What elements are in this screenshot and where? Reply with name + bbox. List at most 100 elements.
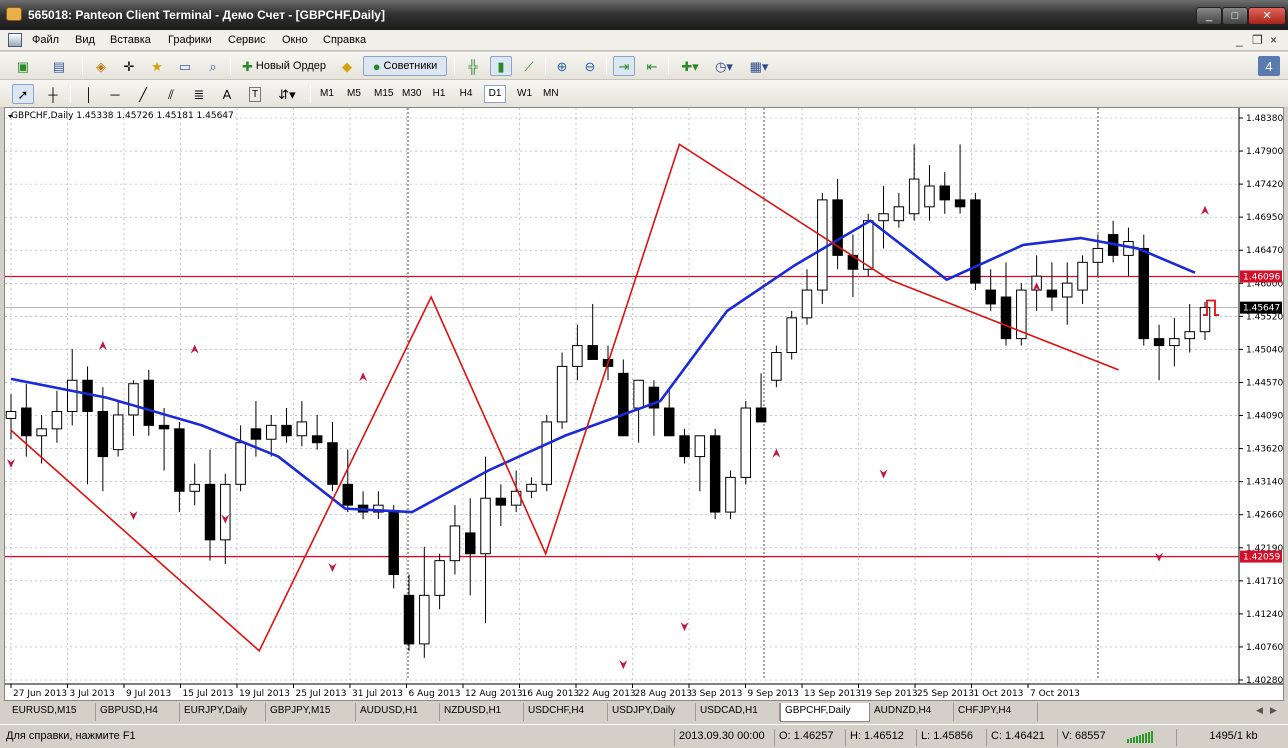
status-high: H: 1.46512 bbox=[845, 729, 917, 746]
line-chart-button[interactable]: ⟋ bbox=[518, 56, 540, 76]
strategy-tester-button[interactable]: ⌕ bbox=[202, 56, 224, 76]
vertical-line-tool[interactable]: │ bbox=[78, 84, 100, 104]
date-tick-label: 22 Aug 2013 bbox=[578, 689, 636, 699]
timeframe-d1[interactable]: D1 bbox=[484, 85, 506, 103]
mdi-minimize-button[interactable]: _ bbox=[1236, 33, 1243, 47]
date-tick-label: 25 Jul 2013 bbox=[296, 689, 347, 699]
periods-button[interactable]: ◷▾ bbox=[709, 56, 739, 76]
candle-body bbox=[21, 407, 32, 437]
chart-tab[interactable]: USDCHF,H4 bbox=[524, 703, 608, 721]
maximize-button[interactable]: □ bbox=[1222, 7, 1248, 25]
equidistant-channel-tool[interactable]: ⫽ bbox=[160, 84, 182, 104]
new-chart-button[interactable]: ▣ bbox=[12, 56, 34, 76]
timeframe-mn[interactable]: MN bbox=[539, 85, 563, 103]
data-window-button[interactable]: ✛ bbox=[118, 56, 140, 76]
arrows-tool[interactable]: ⇵▾ bbox=[272, 84, 302, 104]
new-order-icon: ✚ bbox=[242, 58, 253, 74]
zoom-out-button[interactable]: ⊖ bbox=[579, 56, 601, 76]
chart-tab[interactable]: GBPJPY,M15 bbox=[266, 703, 356, 721]
mdi-close-button[interactable]: × bbox=[1270, 33, 1277, 47]
tab-scroll-left-icon[interactable]: ◀ bbox=[1256, 705, 1263, 716]
candlestick-button[interactable]: ▮ bbox=[490, 56, 512, 76]
timeframe-w1[interactable]: W1 bbox=[513, 85, 536, 103]
zoom-in-button[interactable]: ⊕ bbox=[551, 56, 573, 76]
menu-window[interactable]: Окно bbox=[282, 34, 308, 46]
text-label-tool[interactable]: T bbox=[244, 84, 266, 104]
advisors-icon: ● bbox=[372, 58, 381, 74]
expert-advisors-button[interactable]: ● Советники bbox=[363, 56, 447, 76]
menu-view[interactable]: Вид bbox=[75, 34, 95, 46]
candle-body bbox=[633, 379, 644, 409]
timeframe-h1[interactable]: H1 bbox=[428, 85, 450, 103]
candle-body bbox=[464, 532, 476, 555]
new-order-label: Новый Ордер bbox=[255, 60, 326, 72]
document-icon bbox=[8, 33, 22, 47]
notification-icon: 4 bbox=[1265, 58, 1273, 74]
new-chart-icon: ▣ bbox=[16, 58, 30, 74]
auto-scroll-button[interactable]: ⇥ bbox=[613, 56, 635, 76]
close-button[interactable]: ✕ bbox=[1248, 7, 1286, 25]
profiles-button[interactable]: ▤ bbox=[48, 56, 70, 76]
new-order-button[interactable]: ✚ Новый Ордер bbox=[237, 56, 331, 76]
chart-tab[interactable]: EURJPY,Daily bbox=[180, 703, 266, 721]
text-label-icon: T bbox=[248, 86, 262, 102]
timeframe-h4[interactable]: H4 bbox=[455, 85, 477, 103]
chart-tab[interactable]: GBPCHF,Daily bbox=[780, 703, 870, 722]
chart-tab[interactable]: GBPUSD,H4 bbox=[96, 703, 180, 721]
date-tick-label: 25 Sep 2013 bbox=[917, 689, 974, 699]
timeframe-m1[interactable]: M1 bbox=[316, 85, 338, 103]
candle-body bbox=[1000, 296, 1012, 340]
indicators-button[interactable]: ✚▾ bbox=[675, 56, 705, 76]
chart-tab[interactable]: USDCAD,H1 bbox=[696, 703, 780, 721]
price-tick-label: 1.42660 bbox=[1246, 511, 1283, 521]
text-tool-label: A bbox=[222, 86, 232, 102]
market-watch-button[interactable]: ◈ bbox=[90, 56, 112, 76]
menu-insert[interactable]: Вставка bbox=[110, 34, 151, 46]
candle-body bbox=[755, 407, 767, 423]
text-tool[interactable]: A bbox=[216, 84, 238, 104]
timeframe-m15[interactable]: M15 bbox=[370, 85, 397, 103]
minimize-button[interactable]: _ bbox=[1196, 7, 1222, 25]
cursor-tool[interactable]: ➚ bbox=[12, 84, 34, 104]
notifications-button[interactable]: 4 bbox=[1258, 56, 1280, 76]
diamond-icon: ◆ bbox=[342, 58, 352, 74]
candle-body bbox=[1077, 261, 1088, 291]
candle-body bbox=[618, 372, 629, 437]
navigator-button[interactable]: ★ bbox=[146, 56, 168, 76]
terminal-button[interactable]: ▭ bbox=[174, 56, 196, 76]
metaeditor-button[interactable]: ◆ bbox=[336, 56, 358, 76]
candle-body bbox=[327, 442, 338, 485]
mdi-restore-button[interactable]: ❐ bbox=[1252, 33, 1263, 47]
price-chart[interactable]: 1.48380 1.47900 1.47420 1.46950 1.46470 1.460… bbox=[4, 107, 1284, 701]
horizontal-line-tool[interactable]: ─ bbox=[104, 84, 126, 104]
tester-icon: ⌕ bbox=[209, 58, 217, 74]
menu-charts[interactable]: Графики bbox=[168, 34, 212, 46]
candle-body bbox=[801, 289, 813, 319]
menu-help[interactable]: Справка bbox=[323, 34, 366, 46]
tab-scroll-right-icon[interactable]: ▶ bbox=[1270, 705, 1277, 716]
chart-tab[interactable]: AUDNZD,H4 bbox=[870, 703, 954, 721]
chart-tab[interactable]: NZDUSD,H1 bbox=[440, 703, 524, 721]
timeframe-m5[interactable]: M5 bbox=[343, 85, 365, 103]
fibonacci-tool[interactable]: ≣ bbox=[188, 84, 210, 104]
standard-toolbar: ▣ ▤ ◈ ✛ ★ ▭ ⌕ ✚ Новый Ордер ◆ ● Советники … bbox=[0, 52, 1288, 80]
chart-tab[interactable]: CHFJPY,H4 bbox=[954, 703, 1038, 721]
date-tick-label: 16 Aug 2013 bbox=[522, 689, 580, 699]
timeframe-m30[interactable]: M30 bbox=[398, 85, 425, 103]
menu-bar: Файл Вид Вставка Графики Сервис Окно Спр… bbox=[0, 30, 1288, 51]
candle-body bbox=[419, 594, 430, 645]
templates-button[interactable]: ▦▾ bbox=[744, 56, 774, 76]
bar-chart-button[interactable]: ╬ bbox=[462, 56, 484, 76]
menu-tools[interactable]: Сервис bbox=[228, 34, 266, 46]
chart-tab[interactable]: USDJPY,Daily bbox=[608, 703, 696, 721]
candle-body bbox=[1092, 247, 1104, 263]
candle-body bbox=[51, 410, 63, 430]
trendline-tool[interactable]: ╱ bbox=[132, 84, 154, 104]
menu-file[interactable]: Файл bbox=[32, 34, 59, 46]
crosshair-tool[interactable]: ┼ bbox=[42, 84, 64, 104]
chart-canvas[interactable]: 1.48380 1.47900 1.47420 1.46950 1.46470 1.460… bbox=[5, 108, 1283, 700]
chart-shift-button[interactable]: ⇤ bbox=[641, 56, 663, 76]
chart-tab[interactable]: AUDUSD,H1 bbox=[356, 703, 440, 721]
title-bar: 565018: Panteon Client Terminal - Демо С… bbox=[0, 0, 1288, 30]
chart-tab[interactable]: EURUSD,M15 bbox=[8, 703, 96, 721]
